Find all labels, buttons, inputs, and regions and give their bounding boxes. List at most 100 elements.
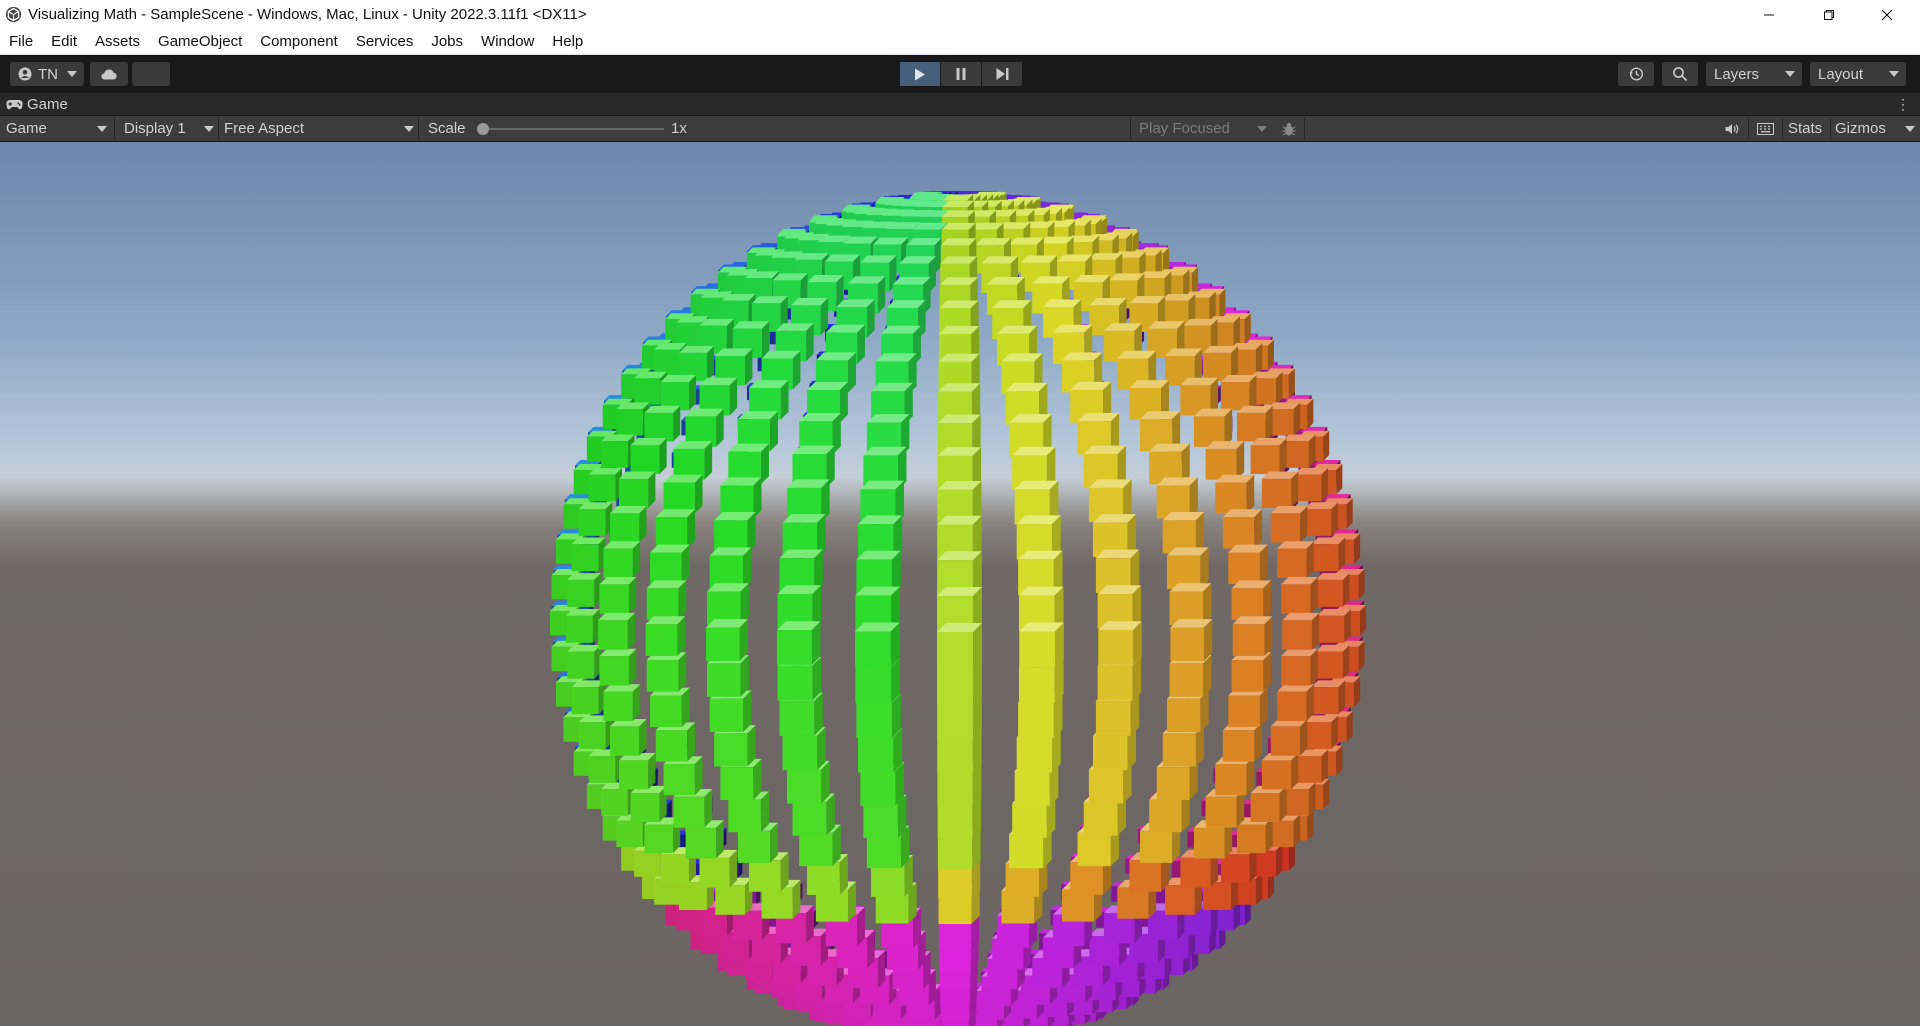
view-type-label: Game [6, 120, 47, 137]
cube [646, 580, 687, 620]
cube [1231, 580, 1272, 620]
menu-file[interactable]: File [0, 29, 42, 54]
cube [937, 623, 982, 668]
aspect-dropdown[interactable]: Free Aspect [224, 116, 416, 141]
aspect-label: Free Aspect [224, 120, 305, 137]
divider [114, 118, 115, 139]
view-type-dropdown[interactable]: Game [6, 116, 110, 141]
menu-jobs[interactable]: Jobs [422, 29, 472, 54]
mute-audio-button[interactable] [1722, 116, 1742, 141]
cube [1228, 544, 1268, 585]
cube [1236, 405, 1273, 442]
cube [1222, 722, 1263, 762]
scale-slider-handle[interactable] [477, 123, 489, 135]
playmode-controls [900, 62, 1022, 86]
cube [609, 506, 647, 543]
menu-services[interactable]: Services [347, 29, 423, 54]
cloud-button[interactable] [90, 62, 128, 86]
game-tab-bar: Game ⋮ [0, 93, 1920, 115]
step-button[interactable] [982, 62, 1022, 86]
cube [1304, 715, 1339, 749]
layout-dropdown[interactable]: Layout [1810, 62, 1906, 86]
divider [1830, 118, 1831, 139]
layers-dropdown[interactable]: Layers [1706, 62, 1802, 86]
window-title: Visualizing Math - SampleScene - Windows… [28, 6, 587, 23]
cube [588, 467, 623, 502]
undo-history-button[interactable] [1618, 62, 1654, 86]
cube [655, 722, 696, 762]
cube [571, 537, 606, 572]
tab-game[interactable]: Game [6, 93, 68, 115]
gizmos-dropdown[interactable]: Gizmos [1835, 116, 1915, 141]
cube [650, 544, 690, 585]
cube [1170, 619, 1213, 662]
chevron-down-icon [404, 126, 414, 132]
pause-icon [956, 68, 966, 80]
debug-button[interactable] [1278, 116, 1300, 141]
cube [1261, 471, 1299, 508]
scale-label: Scale [428, 120, 466, 137]
divider [418, 118, 419, 139]
divider [218, 118, 219, 139]
minimize-button[interactable] [1740, 0, 1798, 29]
collab-button[interactable] [132, 62, 170, 86]
cube [1231, 652, 1272, 692]
divider [1130, 118, 1131, 139]
play-button[interactable] [900, 62, 940, 86]
cube [630, 437, 667, 475]
cube [1169, 654, 1212, 697]
scale-slider-track[interactable] [480, 128, 664, 130]
menu-component[interactable]: Component [251, 29, 347, 54]
unity-logo-icon [5, 6, 22, 23]
menu-gameobject[interactable]: GameObject [149, 29, 251, 54]
cube [1221, 374, 1257, 411]
cube [655, 509, 696, 549]
menu-window[interactable]: Window [472, 29, 543, 54]
keyboard-button[interactable] [1754, 116, 1776, 141]
account-label: TN [38, 65, 58, 83]
cube [706, 583, 749, 626]
account-dropdown[interactable]: TN [10, 62, 84, 86]
more-options-icon[interactable]: ⋮ [1896, 96, 1910, 112]
game-viewport[interactable] [0, 142, 1920, 1026]
restore-icon [1824, 9, 1834, 20]
layout-label: Layout [1818, 65, 1864, 83]
cube [618, 471, 656, 508]
divider [1304, 118, 1305, 139]
window-title-bar: Visualizing Math - SampleScene - Windows… [0, 0, 1920, 29]
stats-button[interactable]: Stats [1788, 116, 1834, 141]
cube [1205, 441, 1245, 480]
cube [1270, 719, 1308, 756]
cube [599, 576, 637, 614]
search-button[interactable] [1662, 62, 1698, 86]
display-dropdown[interactable]: Display 1 [124, 116, 216, 141]
cube [1304, 502, 1339, 536]
close-button[interactable] [1858, 0, 1916, 29]
cube [1222, 509, 1263, 549]
pause-button[interactable] [941, 62, 981, 86]
cube [599, 648, 637, 686]
gamepad-icon [6, 99, 23, 109]
cube [1166, 547, 1209, 590]
cube [650, 687, 690, 728]
menu-help[interactable]: Help [543, 29, 592, 54]
menu-assets[interactable]: Assets [86, 29, 149, 54]
chevron-down-icon [67, 71, 77, 77]
cube [855, 622, 900, 668]
cube [663, 756, 703, 796]
cube [706, 619, 748, 662]
history-icon [1629, 67, 1644, 81]
cube [645, 616, 686, 656]
cube [644, 405, 681, 442]
cube [1250, 437, 1287, 475]
chevron-down-icon [1889, 71, 1899, 77]
menu-edit[interactable]: Edit [42, 29, 86, 54]
cube [1281, 576, 1318, 614]
cube [1228, 687, 1268, 728]
cube [1215, 756, 1255, 796]
play-icon [915, 68, 925, 80]
tab-game-label: Game [27, 95, 68, 113]
chevron-down-icon [1257, 126, 1267, 132]
play-mode-dropdown[interactable]: Play Focused [1139, 116, 1269, 141]
restore-button[interactable] [1800, 0, 1858, 29]
